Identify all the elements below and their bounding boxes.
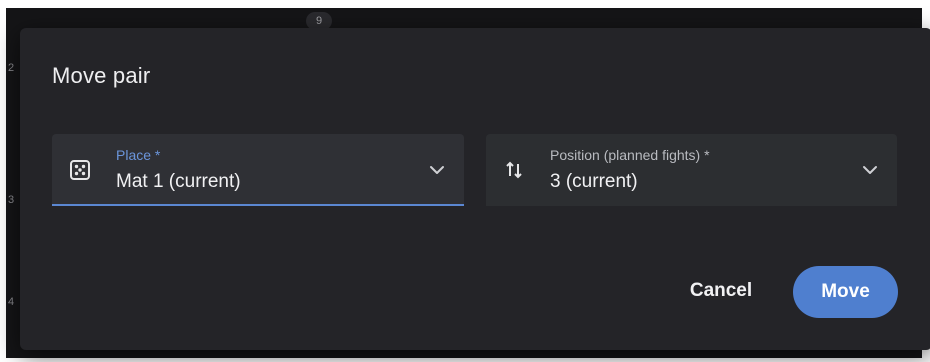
place-value: Mat 1 (current) [116, 171, 241, 192]
move-button[interactable]: Move [793, 266, 898, 318]
background-marker: 4 [8, 296, 15, 308]
position-select[interactable]: Position (planned fights) * 3 (current) [486, 134, 897, 206]
position-value: 3 (current) [550, 171, 638, 192]
dice-icon [66, 156, 94, 184]
place-label: Place * [116, 147, 161, 163]
chevron-down-icon[interactable] [861, 161, 879, 179]
cancel-button[interactable]: Cancel [676, 268, 766, 314]
swap-vertical-icon [500, 156, 528, 184]
place-select[interactable]: Place * Mat 1 (current) [52, 134, 464, 206]
chevron-down-icon[interactable] [428, 161, 446, 179]
position-label: Position (planned fights) * [550, 147, 710, 163]
move-pair-dialog: Move pair Place * Mat 1 (current) Positi… [20, 28, 930, 350]
background-marker: 2 [8, 62, 15, 74]
dialog-title: Move pair [52, 63, 151, 88]
background-marker: 3 [8, 194, 15, 206]
